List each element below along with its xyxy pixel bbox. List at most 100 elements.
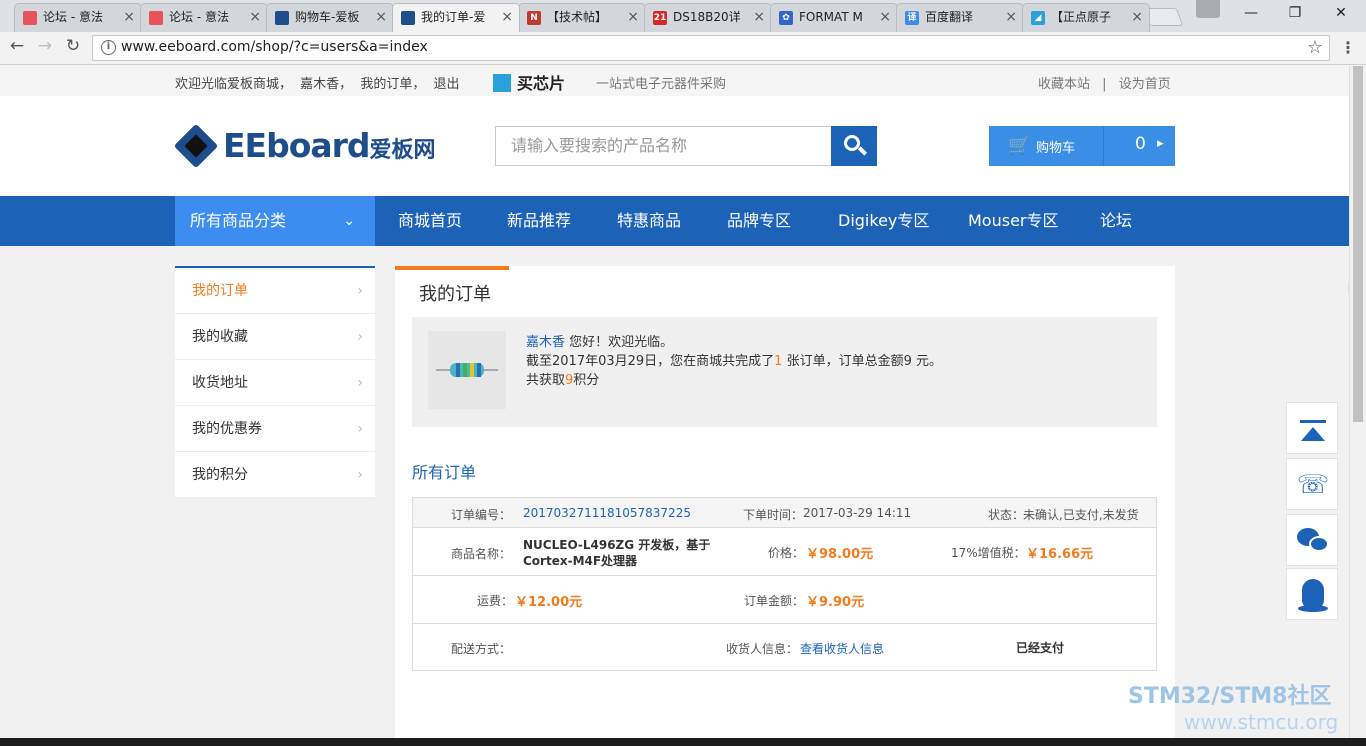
baidu-paw-icon: ✿	[779, 11, 793, 25]
welcome-box: 嘉木香 您好！欢迎光临。 截至2017年03月29日，您在商城共完成了1 张订单…	[412, 317, 1157, 427]
browser-menu-icon[interactable]: ⋮	[1340, 38, 1356, 57]
logo-text: EEboard	[223, 126, 371, 165]
forward-icon[interactable]: →	[34, 36, 56, 56]
summary-text-end: 张订单，订单总金额9 元。	[782, 354, 942, 369]
order-no-link[interactable]: 20170327111810578372​25	[523, 506, 691, 520]
chevron-down-icon: ⌄	[343, 213, 355, 229]
profile-icon[interactable]	[1196, 0, 1220, 18]
translate-icon: 译	[905, 11, 919, 25]
sidebar-item-points[interactable]: 我的积分 ›	[175, 452, 375, 498]
chevron-right-icon: ›	[357, 283, 363, 299]
sidebar-item-address[interactable]: 收货地址 ›	[175, 360, 375, 406]
resistor-icon	[436, 363, 498, 377]
tab-close-icon[interactable]: ×	[627, 4, 639, 31]
tab-4[interactable]: N 【技术帖】 ×	[518, 3, 646, 32]
amount-label: 订单金额：	[744, 594, 805, 608]
tab-close-icon[interactable]: ×	[501, 4, 513, 31]
address-bar: ← → ↻ i www.eeboard.com/shop/?c=users&a=…	[0, 32, 1366, 65]
back-to-top-icon	[1287, 403, 1339, 455]
qq-button[interactable]	[1286, 568, 1338, 620]
tax-label: 17%增值税：	[951, 546, 1026, 560]
chevron-right-icon: ▸	[1157, 136, 1164, 151]
tab-0[interactable]: 论坛 - 意法 ×	[14, 3, 142, 32]
restore-icon[interactable]: ❐	[1272, 0, 1318, 28]
welcome-greeting: 您好！欢迎光临。	[565, 335, 674, 350]
orders-panel: 我的订单 嘉木香 您好！欢迎光临。 截至2017年03月29日，您在商城共完成了…	[395, 266, 1175, 738]
scrollbar-thumb[interactable]	[1353, 66, 1363, 422]
site-header: EEboard爱板网 请输入要搜索的产品名称 🛒 购物车 0 ▸	[0, 96, 1349, 196]
all-categories-label: 所有商品分类	[190, 211, 287, 230]
comma: ，	[339, 77, 353, 92]
tab-title: FORMAT M	[799, 10, 863, 24]
tab-title: 论坛 - 意法	[43, 10, 103, 24]
tab-close-icon[interactable]: ×	[879, 4, 891, 31]
cart-button[interactable]: 🛒 购物车 0 ▸	[989, 126, 1175, 166]
all-categories-button[interactable]: 所有商品分类 ⌄	[175, 196, 375, 246]
all-orders-heading: 所有订单	[412, 463, 477, 482]
nav-item-mouser[interactable]: Mouser专区	[968, 196, 1059, 246]
bookmark-star-icon[interactable]: ☆	[1307, 37, 1323, 58]
tab-7[interactable]: 译百度翻译 ×	[896, 3, 1024, 32]
back-to-top-button[interactable]	[1286, 402, 1338, 454]
back-icon[interactable]: ←	[6, 36, 28, 56]
tab-5[interactable]: 21 DS18B20详 ×	[644, 3, 772, 32]
username-link[interactable]: 嘉木香	[300, 77, 339, 92]
tab-close-icon[interactable]: ×	[1131, 4, 1143, 31]
tab-close-icon[interactable]: ×	[375, 4, 387, 31]
tab-2[interactable]: 购物车-爱板 ×	[266, 3, 394, 32]
tab-1[interactable]: 论坛 - 意法 ×	[140, 3, 268, 32]
payment-status: 已经支付	[1016, 641, 1065, 655]
tab-close-icon[interactable]: ×	[753, 4, 765, 31]
search-button[interactable]	[831, 126, 877, 166]
close-window-icon[interactable]: ✕	[1318, 0, 1364, 28]
main-nav: 所有商品分类 ⌄ 商城首页 新品推荐 特惠商品 品牌专区 Digikey专区 M…	[0, 196, 1349, 246]
nav-item-digikey[interactable]: Digikey专区	[838, 196, 929, 246]
reload-icon[interactable]: ↻	[62, 36, 84, 56]
wechat-button[interactable]	[1286, 514, 1338, 566]
separator: ，	[412, 77, 426, 92]
welcome-username[interactable]: 嘉木香	[526, 335, 565, 350]
my-orders-link[interactable]: 我的订单	[360, 77, 412, 92]
pipe-divider: |	[1102, 77, 1107, 92]
nav-item-forum[interactable]: 论坛	[1100, 196, 1132, 246]
price-value: ￥98.00元	[806, 547, 874, 562]
tab-close-icon[interactable]: ×	[123, 4, 135, 31]
tax-value: ￥16.66元	[1026, 547, 1094, 562]
order-no-label: 订单编号：	[451, 508, 512, 522]
tab-title: 【技术帖】	[547, 10, 608, 24]
order-product-row: 商品名称： NUCLEO-L496ZG 开发板，基于 Cortex-M4F处理器 …	[413, 528, 1156, 576]
nav-item-deals[interactable]: 特惠商品	[617, 196, 681, 246]
tab-3[interactable]: 我的订单-爱 ×	[392, 3, 520, 32]
shipping-label: 运费：	[477, 594, 514, 608]
nav-item-home[interactable]: 商城首页	[398, 196, 462, 246]
phone-button[interactable]: ☏	[1286, 458, 1338, 510]
tab-close-icon[interactable]: ×	[249, 4, 261, 31]
points-text: 共获取	[526, 373, 566, 388]
sidebar-item-orders[interactable]: 我的订单 ›	[175, 268, 375, 314]
logout-link[interactable]: 退出	[434, 77, 460, 92]
nav-item-new[interactable]: 新品推荐	[507, 196, 571, 246]
set-homepage-link[interactable]: 设为首页	[1119, 77, 1171, 92]
tab-6[interactable]: ✿ FORMAT M ×	[770, 3, 898, 32]
tab-close-icon[interactable]: ×	[1005, 4, 1017, 31]
delivery-label: 配送方式：	[451, 642, 512, 656]
receiver-info-link[interactable]: 查看收货人信息	[800, 642, 884, 656]
tab-8[interactable]: ◢ 【正点原子 ×	[1022, 3, 1150, 32]
sidebar-item-label: 我的收藏	[192, 329, 248, 345]
bookmark-site-link[interactable]: 收藏本站	[1038, 77, 1090, 92]
nav-item-brands[interactable]: 品牌专区	[727, 196, 791, 246]
order-time: 2017-03-29 14:11	[803, 506, 912, 520]
site-info-icon[interactable]: i	[101, 40, 116, 55]
minimize-icon[interactable]: —	[1228, 0, 1274, 28]
maixinpian-logo[interactable]: 买芯片	[493, 70, 565, 94]
sidebar-item-favorites[interactable]: 我的收藏 ›	[175, 314, 375, 360]
sidebar-item-coupons[interactable]: 我的优惠券 ›	[175, 406, 375, 452]
product-name-line1[interactable]: NUCLEO-L496ZG 开发板，基于	[523, 538, 710, 552]
logo-mark-icon	[173, 123, 219, 169]
page-scrollbar[interactable]	[1349, 66, 1366, 738]
product-name-line2[interactable]: Cortex-M4F处理器	[523, 554, 637, 568]
url-field[interactable]: i www.eeboard.com/shop/?c=users&a=index …	[92, 35, 1330, 61]
url-text[interactable]: www.eeboard.com/shop/?c=users&a=index	[121, 39, 428, 55]
shipping-value: ￥12.00元	[515, 595, 583, 610]
search-input[interactable]: 请输入要搜索的产品名称	[495, 126, 831, 166]
